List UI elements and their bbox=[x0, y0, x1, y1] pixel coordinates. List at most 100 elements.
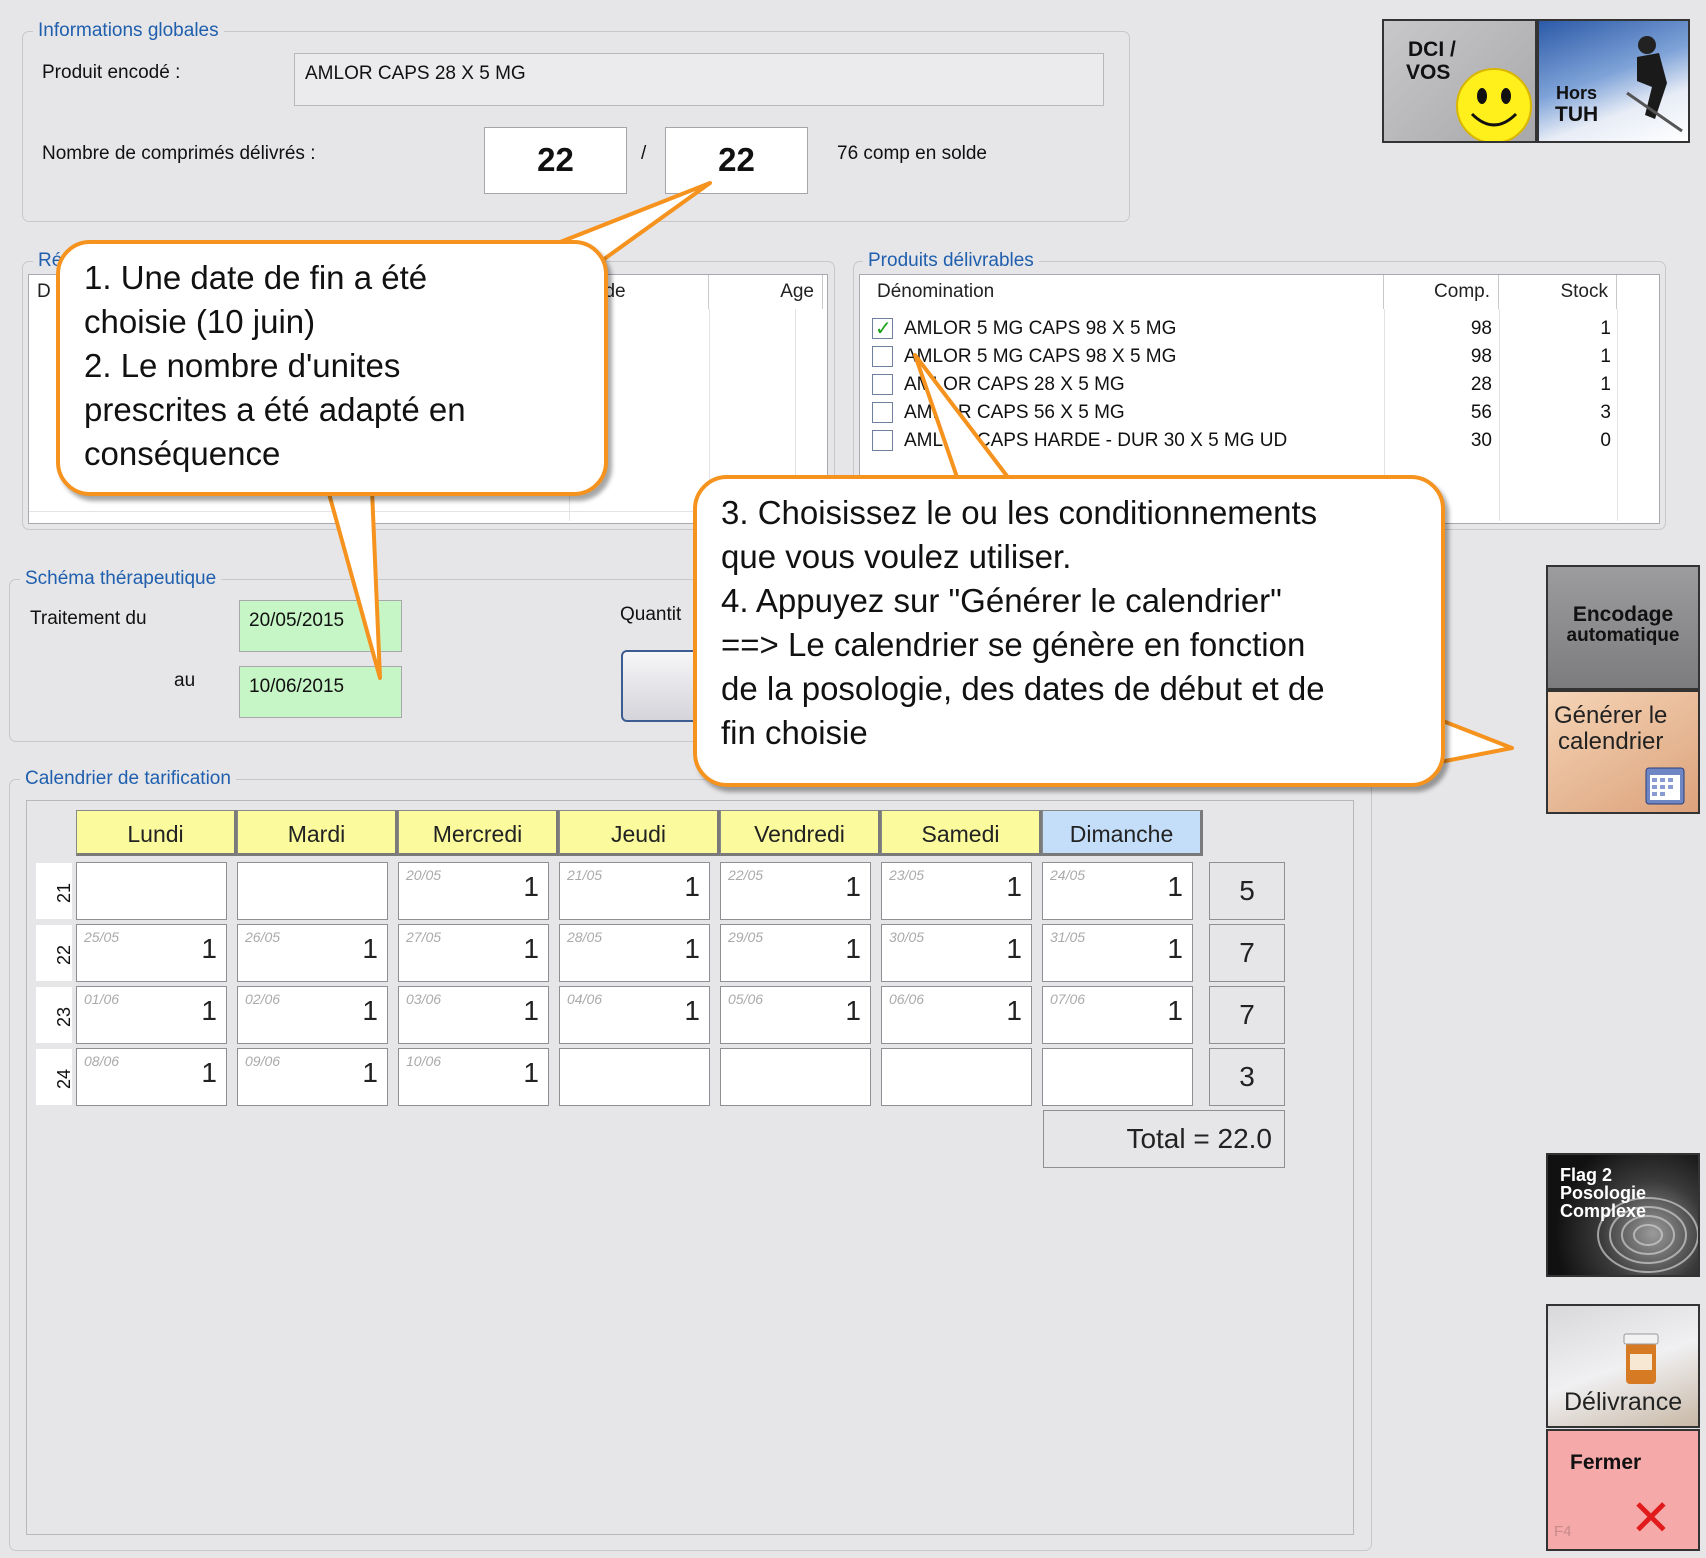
calendar-day-cell[interactable] bbox=[881, 1048, 1032, 1106]
calendar-day-cell[interactable] bbox=[559, 1048, 710, 1106]
calendar-day-cell[interactable]: 20/05 1 bbox=[398, 862, 549, 920]
callout1-line: 2. Le nombre d'unites bbox=[84, 347, 401, 384]
fermer-key: F4 bbox=[1554, 1523, 1572, 1540]
products-col-name[interactable]: Dénomination bbox=[860, 275, 1384, 309]
products-divider-3 bbox=[1617, 309, 1618, 521]
product-stock: 1 bbox=[1600, 346, 1611, 367]
calendar-cell-date: 07/06 bbox=[1050, 991, 1086, 1007]
calendar-day-cell[interactable]: 06/06 1 bbox=[881, 986, 1032, 1044]
calendar-day-cell[interactable]: 30/05 1 bbox=[881, 924, 1032, 982]
calendar-day-cell[interactable]: 27/05 1 bbox=[398, 924, 549, 982]
product-row[interactable]: AMLOR 5 MG CAPS 98 X 5 MG 98 1 bbox=[860, 343, 1617, 371]
calendar-legend: Calendrier de tarification bbox=[20, 768, 236, 790]
product-row[interactable]: AMLOR CAPS 56 X 5 MG 56 3 bbox=[860, 399, 1617, 427]
fermer-label: Fermer bbox=[1570, 1451, 1642, 1474]
delivrance-button[interactable]: Délivrance bbox=[1546, 1304, 1700, 1428]
calendar-day-cell[interactable]: 04/06 1 bbox=[559, 986, 710, 1044]
product-checkbox[interactable] bbox=[872, 346, 893, 367]
calendar-cell-value: 1 bbox=[684, 933, 700, 964]
calendar-day-cell[interactable]: 28/05 1 bbox=[559, 924, 710, 982]
calendar-day-cell[interactable]: 31/05 1 bbox=[1042, 924, 1193, 982]
product-name: AMLOR CAPS 56 X 5 MG bbox=[904, 402, 1125, 423]
calendar-day-cell[interactable]: 05/06 1 bbox=[720, 986, 871, 1044]
product-row[interactable]: AMLOR CAPS 28 X 5 MG 28 1 bbox=[860, 371, 1617, 399]
calendar-cell-date: 06/06 bbox=[889, 991, 925, 1007]
calendar-cell-date: 20/05 bbox=[406, 867, 442, 883]
product-row[interactable]: AMLOR 5 MG CAPS 98 X 5 MG 98 1 bbox=[860, 315, 1617, 343]
delivered-count-field[interactable]: 22 bbox=[484, 127, 627, 194]
treatment-to-label: au bbox=[174, 670, 196, 691]
skier-icon bbox=[1626, 36, 1683, 133]
generer-calendrier-button[interactable]: Générer le calendrier bbox=[1546, 690, 1700, 814]
calendar-day-cell[interactable]: 22/05 1 bbox=[720, 862, 871, 920]
fermer-button[interactable]: Fermer F4 ✕ bbox=[1546, 1429, 1700, 1551]
treatment-end-date-field[interactable]: 10/06/2015 bbox=[239, 666, 402, 718]
flag-line3: Complexe bbox=[1560, 1201, 1647, 1221]
global-info-legend: Informations globales bbox=[33, 20, 224, 42]
calendar-day-cell[interactable]: 09/06 1 bbox=[237, 1048, 388, 1106]
total-count-field[interactable]: 22 bbox=[665, 127, 808, 194]
encodage-automatique-button[interactable]: Encodage automatique bbox=[1546, 565, 1700, 690]
product-stock: 1 bbox=[1600, 318, 1611, 339]
calendar-cell-date: 31/05 bbox=[1050, 929, 1086, 945]
day-header-samedi: Samedi bbox=[881, 810, 1042, 856]
calendar-day-cell[interactable]: 23/05 1 bbox=[881, 862, 1032, 920]
calendar-cell-value: 1 bbox=[523, 1057, 539, 1088]
encodage-line2: automatique bbox=[1566, 625, 1680, 646]
product-field[interactable]: AMLOR CAPS 28 X 5 MG bbox=[294, 53, 1104, 106]
calendar-day-cell[interactable]: 03/06 1 bbox=[398, 986, 549, 1044]
products-col-stock[interactable]: Stock bbox=[1499, 275, 1617, 309]
calendar-cell-date: 09/06 bbox=[245, 1053, 281, 1069]
treatment-start-date-field[interactable]: 20/05/2015 bbox=[239, 600, 402, 652]
calendar-cell-date: 10/06 bbox=[406, 1053, 442, 1069]
calendar-day-cell[interactable]: 29/05 1 bbox=[720, 924, 871, 982]
calendar-day-cell[interactable]: 07/06 1 bbox=[1042, 986, 1193, 1044]
calendar-day-cell[interactable]: 02/06 1 bbox=[237, 986, 388, 1044]
callout2-line: 4. Appuyez sur "Générer le calendrier" bbox=[721, 582, 1282, 619]
dci-vos-button[interactable]: DCI / VOS bbox=[1382, 19, 1537, 143]
hors-tuh-button[interactable]: Hors TUH bbox=[1537, 19, 1690, 143]
calendar-cell-date: 02/06 bbox=[245, 991, 281, 1007]
week-sum: 3 bbox=[1209, 1048, 1285, 1106]
encodage-line1: Encodage bbox=[1572, 603, 1674, 626]
left-list-col-age[interactable]: Age bbox=[709, 275, 823, 309]
calendar-day-cell[interactable] bbox=[237, 862, 388, 920]
calendar-day-cell[interactable]: 08/06 1 bbox=[76, 1048, 227, 1106]
week-number-label: 21 bbox=[54, 882, 74, 903]
calendar-day-cell[interactable]: 10/06 1 bbox=[398, 1048, 549, 1106]
calendar-cell-value: 1 bbox=[1167, 995, 1183, 1026]
week-number-label: 22 bbox=[54, 944, 74, 965]
day-header-mardi: Mardi bbox=[237, 810, 398, 856]
product-checkbox[interactable] bbox=[872, 430, 893, 451]
products-legend: Produits délivrables bbox=[863, 250, 1039, 272]
calendar-cell-value: 1 bbox=[523, 871, 539, 902]
product-row[interactable]: AMLOR CAPS HARDE - DUR 30 X 5 MG UD 30 0 bbox=[860, 427, 1617, 455]
product-checkbox[interactable] bbox=[872, 402, 893, 423]
calendar-day-cell[interactable] bbox=[720, 1048, 871, 1106]
calendar-day-cell[interactable]: 24/05 1 bbox=[1042, 862, 1193, 920]
calendar-day-cell[interactable]: 25/05 1 bbox=[76, 924, 227, 982]
calendar-day-cell[interactable] bbox=[76, 862, 227, 920]
flag-posologie-complexe-button[interactable]: Flag 2 Posologie Complexe bbox=[1546, 1153, 1700, 1277]
day-header-vendredi: Vendredi bbox=[720, 810, 881, 856]
calendar-cell-date: 22/05 bbox=[728, 867, 764, 883]
calendar-cell-date: 28/05 bbox=[567, 929, 603, 945]
pill-bottle-icon bbox=[1623, 1333, 1659, 1384]
product-checkbox[interactable] bbox=[872, 374, 893, 395]
product-checkbox-checked[interactable] bbox=[872, 315, 893, 343]
count-label: Nombre de comprimés délivrés : bbox=[42, 143, 316, 164]
calendar-day-cell[interactable]: 26/05 1 bbox=[237, 924, 388, 982]
calendar-cell-date: 30/05 bbox=[889, 929, 925, 945]
calendar-day-cell[interactable]: 21/05 1 bbox=[559, 862, 710, 920]
callout-choose-packaging: 3. Choisissez le ou les conditionnements… bbox=[693, 475, 1445, 787]
calendar-cell-date: 05/06 bbox=[728, 991, 764, 1007]
calendar-day-cell[interactable] bbox=[1042, 1048, 1193, 1106]
calendar-cell-date: 23/05 bbox=[889, 867, 925, 883]
schema-legend: Schéma thérapeutique bbox=[20, 568, 222, 590]
calendar-cell-value: 1 bbox=[1167, 933, 1183, 964]
week-number: 23 bbox=[36, 987, 74, 1043]
calendar-cell-value: 1 bbox=[362, 1057, 378, 1088]
calendar-day-cell[interactable]: 01/06 1 bbox=[76, 986, 227, 1044]
products-col-comp[interactable]: Comp. bbox=[1384, 275, 1499, 309]
day-header-lundi: Lundi bbox=[76, 810, 237, 856]
